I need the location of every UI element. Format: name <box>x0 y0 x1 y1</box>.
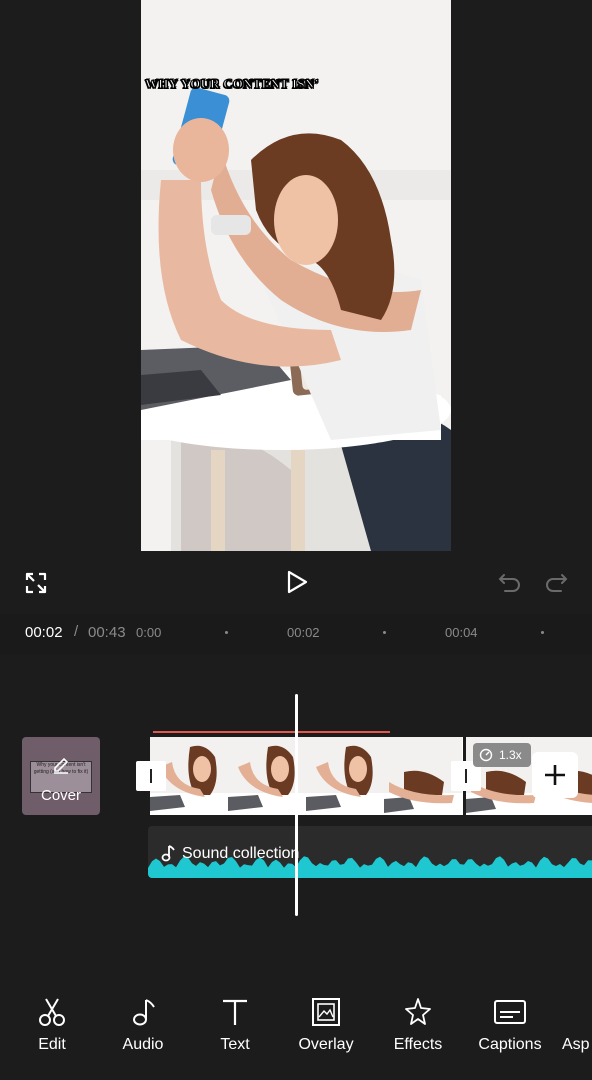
redo-icon[interactable] <box>543 571 569 595</box>
music-note-icon <box>161 845 175 862</box>
cover-button[interactable]: Why your content isn't getting (and how … <box>22 737 100 815</box>
tool-label: Text <box>220 1036 250 1053</box>
tool-label: Asp <box>562 1036 590 1053</box>
time-separator: / <box>74 623 79 640</box>
cover-label: Cover <box>40 787 81 804</box>
bottom-toolbar: Edit Audio Text Overlay Effects Captions… <box>0 990 592 1080</box>
pencil-icon <box>54 757 69 774</box>
scissors-icon <box>39 998 65 1026</box>
tool-label: Effects <box>393 1036 443 1053</box>
video-clip[interactable] <box>150 737 463 815</box>
text-icon <box>223 999 247 1025</box>
play-icon[interactable] <box>285 569 309 595</box>
playback-controls <box>0 552 592 614</box>
fullscreen-icon[interactable] <box>24 571 48 595</box>
tool-aspect[interactable]: Asp <box>562 990 592 1054</box>
star-icon <box>405 998 431 1025</box>
tool-label: Overlay <box>298 1036 354 1053</box>
add-clip-button[interactable] <box>532 752 578 798</box>
tool-label: Captions <box>478 1036 542 1053</box>
audio-track[interactable]: Sound collection <box>148 826 592 878</box>
video-preview-area: Why your content isn’ <box>0 0 592 552</box>
plus-icon <box>545 765 565 785</box>
tick-label: 00:04 <box>445 625 478 640</box>
tool-text[interactable]: Text <box>195 990 275 1054</box>
tick-dot <box>225 631 228 634</box>
playhead[interactable] <box>295 694 298 916</box>
tool-effects[interactable]: Effects <box>378 990 458 1054</box>
overlay-icon <box>312 998 340 1026</box>
speed-value: 1.3x <box>499 748 522 762</box>
tick-label: 00:02 <box>287 625 320 640</box>
speed-badge[interactable]: 1.3x <box>473 743 531 767</box>
tick-dot <box>541 631 544 634</box>
tool-label: Audio <box>122 1036 164 1053</box>
tick-dot <box>383 631 386 634</box>
trim-handle-left[interactable] <box>136 761 166 791</box>
tool-overlay[interactable]: Overlay <box>286 990 366 1054</box>
tool-captions[interactable]: Captions <box>470 990 550 1054</box>
current-time: 00:02 <box>25 624 63 641</box>
tick-label: 0:00 <box>136 625 162 640</box>
tool-edit[interactable]: Edit <box>12 990 92 1054</box>
tool-label: Edit <box>38 1036 66 1053</box>
music-note-icon <box>133 999 155 1026</box>
speedometer-icon <box>479 748 493 762</box>
total-duration: 00:43 <box>88 624 126 641</box>
timeline[interactable]: Why your content isn't getting (and how … <box>0 654 592 954</box>
time-ruler[interactable]: 00:02 / 00:43 0:00 00:02 00:04 <box>0 614 592 654</box>
video-overlay-title: Why your content isn’ <box>145 76 320 92</box>
tool-audio[interactable]: Audio <box>103 990 183 1054</box>
clip-thumbnail <box>306 737 385 815</box>
selection-indicator <box>153 731 390 733</box>
undo-icon[interactable] <box>497 571 523 595</box>
audio-track-label: Sound collection <box>182 845 300 862</box>
video-frame[interactable]: Why your content isn’ <box>141 0 451 551</box>
captions-icon <box>494 1000 526 1024</box>
